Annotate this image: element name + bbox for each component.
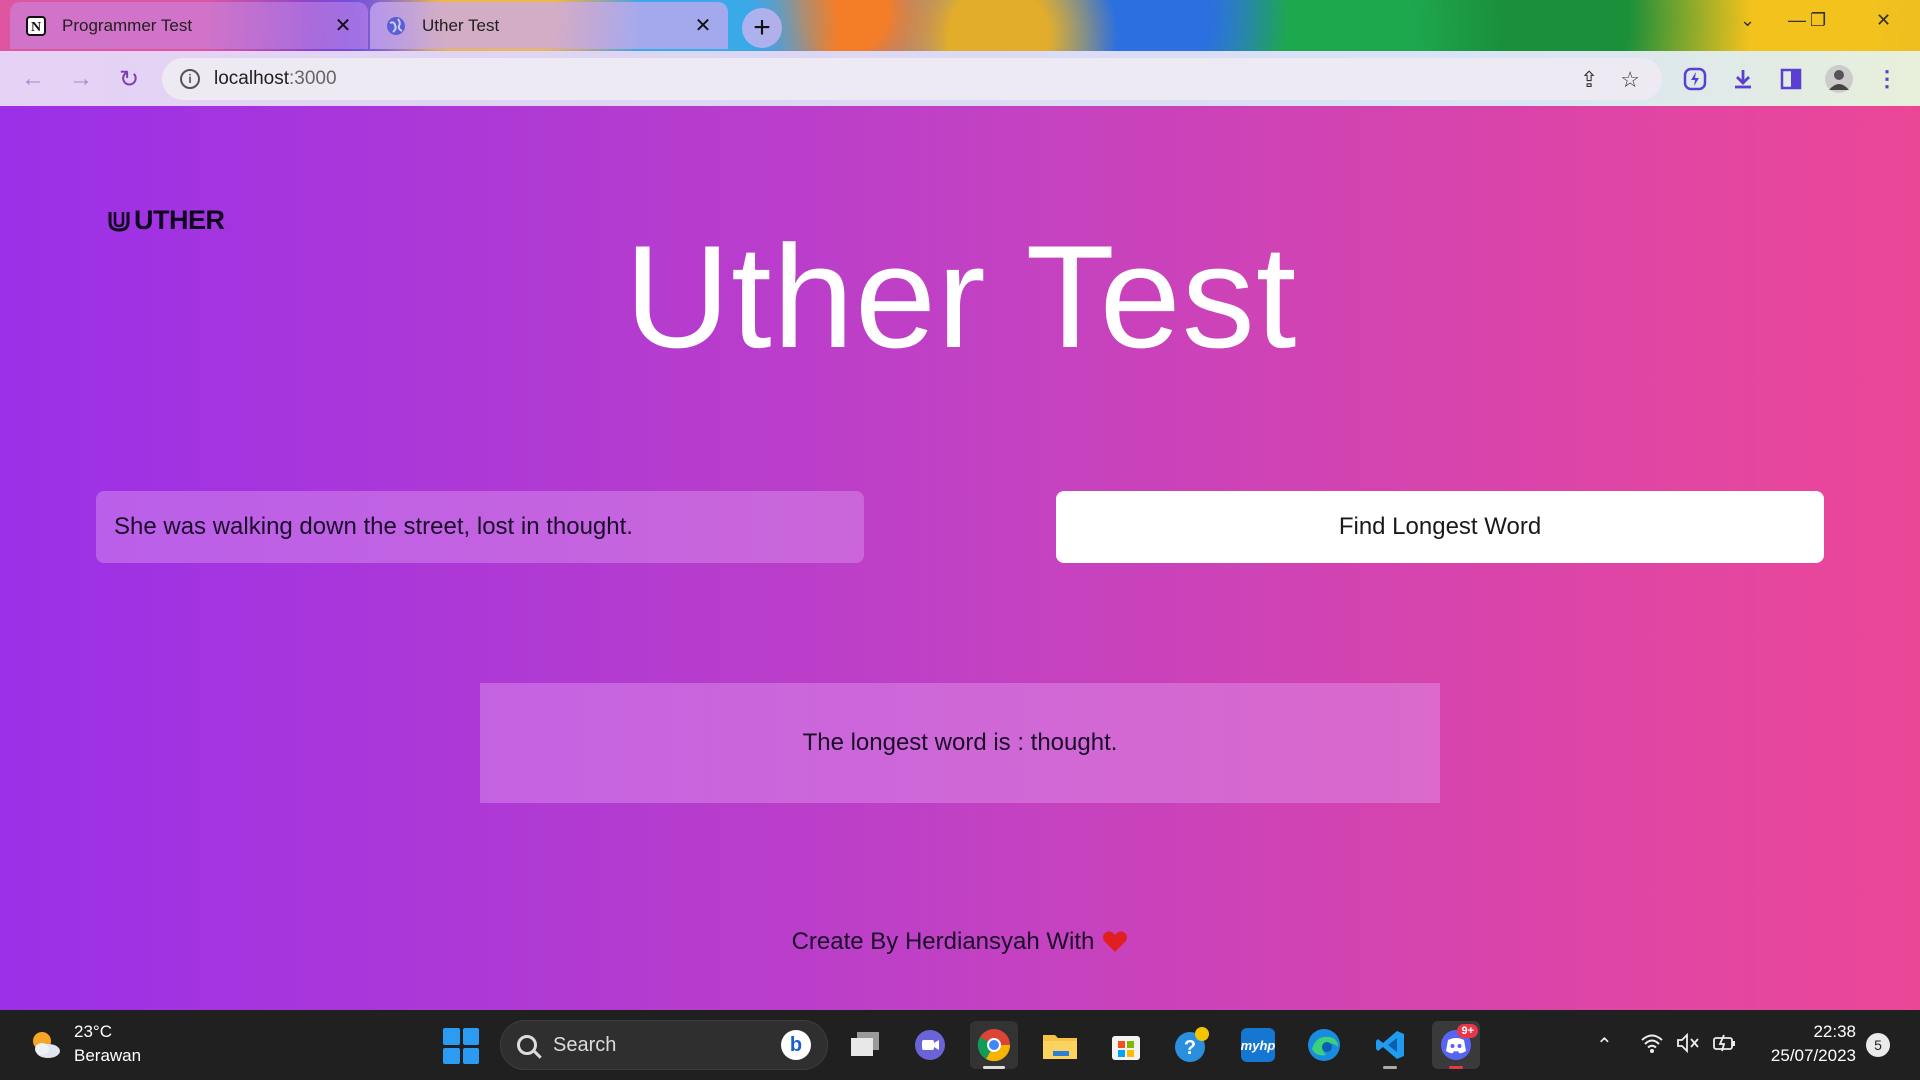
notion-icon: N — [26, 15, 46, 36]
sentence-input[interactable] — [96, 491, 864, 563]
browser-toolbar: ← → ↻ i localhost:3000 ⇪ ☆ ⋮ — [0, 51, 1920, 106]
tab-title: Programmer Test — [62, 15, 193, 35]
forward-icon[interactable]: → — [66, 64, 96, 94]
bookmark-star-icon[interactable]: ☆ — [1620, 67, 1640, 93]
url-port: :3000 — [289, 68, 337, 89]
wifi-icon[interactable] — [1640, 1033, 1664, 1059]
reload-icon[interactable]: ↻ — [114, 64, 144, 94]
tab-title: Uther Test — [422, 15, 500, 35]
restore-icon[interactable]: ❐ — [1810, 10, 1826, 31]
vscode-icon[interactable] — [1366, 1021, 1414, 1069]
edge-icon[interactable] — [1300, 1021, 1348, 1069]
myhp-icon[interactable]: myhp — [1234, 1021, 1282, 1069]
weather-desc: Berawan — [74, 1046, 142, 1065]
bing-icon[interactable]: b — [781, 1030, 811, 1060]
weather-temp: 23°C — [74, 1022, 112, 1041]
globe-icon — [386, 16, 406, 36]
address-bar[interactable]: i localhost:3000 ⇪ ☆ — [162, 58, 1662, 100]
back-icon[interactable]: ← — [18, 64, 48, 94]
svg-text:?: ? — [1184, 1037, 1196, 1059]
minimize-icon[interactable]: — — [1788, 10, 1806, 31]
download-icon[interactable] — [1728, 64, 1758, 94]
page-title: Uther Test — [624, 215, 1298, 378]
search-icon — [517, 1035, 537, 1055]
svg-text:N: N — [31, 20, 41, 35]
show-hidden-icons-icon[interactable]: ⌃ — [1596, 1033, 1613, 1058]
footer: Create By Herdiansyah With — [0, 928, 1920, 956]
url-host: localhost — [214, 68, 289, 89]
search-label: Search — [553, 1033, 617, 1056]
share-icon[interactable]: ⇪ — [1580, 67, 1598, 93]
side-panel-icon[interactable] — [1776, 64, 1806, 94]
volume-muted-icon[interactable] — [1676, 1032, 1700, 1059]
close-tab-icon[interactable]: ✕ — [332, 15, 354, 37]
footer-text: Create By Herdiansyah With — [791, 928, 1095, 955]
clock-date: 25/07/2023 — [1770, 1046, 1856, 1065]
menu-kebab-icon[interactable]: ⋮ — [1872, 64, 1902, 94]
taskbar-search[interactable]: Search b — [500, 1020, 828, 1070]
result-box: The longest word is : thought. — [480, 683, 1440, 803]
teams-chat-icon[interactable] — [906, 1021, 954, 1069]
heart-icon — [1103, 931, 1128, 952]
battery-charging-icon[interactable] — [1712, 1033, 1738, 1059]
chrome-icon[interactable] — [970, 1021, 1018, 1069]
partly-cloudy-icon — [33, 1032, 60, 1058]
tab-programmer-test[interactable]: N Programmer Test ✕ — [10, 2, 368, 49]
browser-tab-strip: N Programmer Test ✕ Uther Test ✕ + ⌄ — ❐… — [0, 0, 1920, 51]
tab-search-icon[interactable]: ⌄ — [1740, 10, 1755, 31]
notification-count-badge[interactable]: 5 — [1866, 1033, 1890, 1057]
weather-widget[interactable]: 23°C Berawan — [28, 1020, 141, 1068]
new-tab-button[interactable]: + — [742, 8, 782, 48]
close-tab-icon[interactable]: ✕ — [692, 15, 714, 37]
clock-time: 22:38 — [1813, 1022, 1856, 1041]
windows-start-icon[interactable] — [443, 1028, 479, 1064]
extension-icon[interactable] — [1680, 64, 1710, 94]
profile-avatar[interactable] — [1824, 64, 1854, 94]
tab-uther-test[interactable]: Uther Test ✕ — [370, 2, 728, 49]
window-close-icon[interactable]: ✕ — [1876, 10, 1891, 31]
discord-icon[interactable]: 9+ — [1432, 1021, 1480, 1069]
task-view-icon[interactable] — [841, 1021, 889, 1069]
result-text: The longest word is : thought. — [802, 729, 1118, 756]
get-help-icon[interactable]: ? — [1168, 1021, 1216, 1069]
site-info-icon[interactable]: i — [180, 69, 200, 89]
file-explorer-icon[interactable] — [1036, 1021, 1084, 1069]
app-page: UTHER Uther Test Find Longest Word The l… — [0, 106, 1920, 1010]
discord-badge: 9+ — [1457, 1024, 1478, 1038]
microsoft-store-icon[interactable] — [1102, 1021, 1150, 1069]
taskbar: 23°C Berawan Search b ? myhp 9+ ⌃ 22:38 … — [0, 1010, 1920, 1080]
system-clock[interactable]: 22:38 25/07/2023 — [1752, 1020, 1856, 1068]
find-longest-word-button[interactable]: Find Longest Word — [1056, 491, 1824, 563]
